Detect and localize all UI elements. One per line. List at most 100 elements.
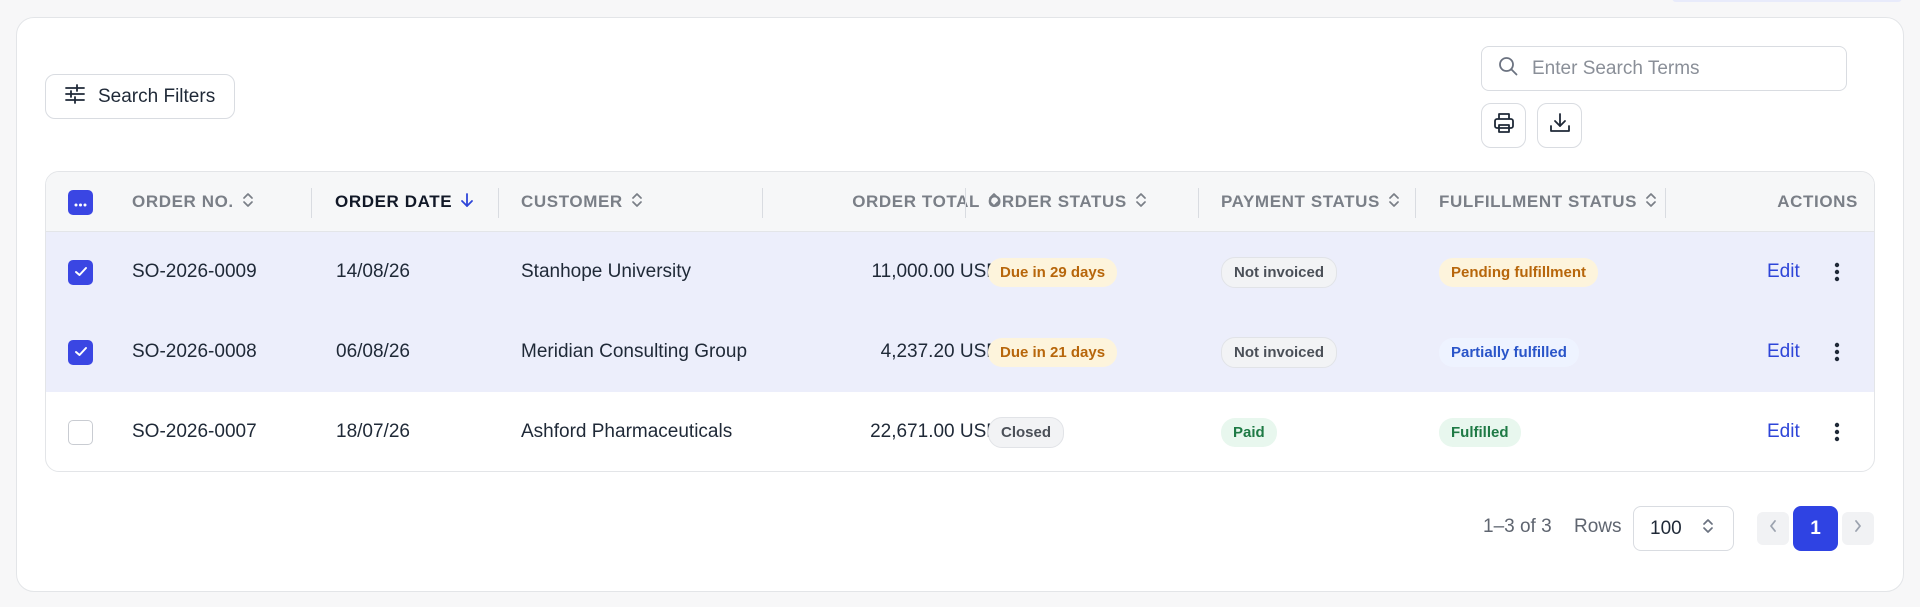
status-badge: Due in 29 days <box>988 257 1118 287</box>
customer-cell: Meridian Consulting Group <box>521 341 748 362</box>
column-label: PAYMENT STATUS <box>1221 192 1380 211</box>
column-divider <box>762 188 763 218</box>
kebab-menu-icon[interactable] <box>1834 422 1840 442</box>
fulfillment-status-cell: Partially fulfilled <box>1439 312 1579 392</box>
chevron-left-icon <box>1769 519 1777 538</box>
search-filters-button[interactable]: Search Filters <box>45 74 235 119</box>
sort-updown-icon <box>1388 192 1400 213</box>
sort-updown-icon <box>631 192 643 213</box>
row-menu-cell <box>1834 232 1840 312</box>
table-row[interactable]: SO-2026-0007 18/07/26 Ashford Pharmaceut… <box>46 392 1874 471</box>
row-checkbox[interactable] <box>68 419 93 445</box>
status-badge: Pending fulfillment <box>1439 257 1598 287</box>
download-button[interactable] <box>1537 103 1582 148</box>
check-icon <box>74 341 88 363</box>
orders-table: ORDER NO. ORDER DATE CUSTOMER ORDER TOTA… <box>45 171 1875 472</box>
select-all-cell <box>68 172 93 232</box>
print-button[interactable] <box>1481 103 1526 148</box>
status-badge: Due in 21 days <box>988 337 1118 367</box>
column-divider <box>1198 188 1199 218</box>
previous-page-button[interactable] <box>1757 512 1789 545</box>
row-select-cell <box>68 392 93 471</box>
column-label: ORDER NO. <box>132 192 234 211</box>
column-label: ORDER STATUS <box>988 192 1127 211</box>
status-badge: Not invoiced <box>1221 336 1338 368</box>
edit-link[interactable]: Edit <box>1767 421 1800 443</box>
search-icon <box>1498 56 1518 81</box>
ellipsis-icon <box>74 192 87 212</box>
search-input[interactable] <box>1532 57 1832 80</box>
column-header-customer[interactable]: CUSTOMER <box>521 172 643 232</box>
edit-link[interactable]: Edit <box>1767 261 1800 283</box>
order-date-cell: 06/08/26 <box>336 341 410 362</box>
sort-arrow-down-icon <box>460 192 474 213</box>
order-status-cell: Due in 29 days <box>988 232 1118 312</box>
column-label: ORDER TOTAL <box>852 192 980 211</box>
chevron-right-icon <box>1854 519 1862 538</box>
actions-cell: Edit <box>1767 312 1800 392</box>
order-status-cell: Closed <box>988 392 1065 471</box>
rows-label: Rows <box>1574 516 1622 537</box>
table-row[interactable]: SO-2026-0009 14/08/26 Stanhope Universit… <box>46 232 1874 312</box>
search-box <box>1481 46 1847 91</box>
column-header-order-total[interactable]: ORDER TOTAL <box>776 172 1000 232</box>
row-select-cell <box>68 232 93 312</box>
chevron-updown-icon <box>1702 517 1714 541</box>
sort-updown-icon <box>1645 192 1657 213</box>
column-header-actions: ACTIONS <box>1686 172 1858 232</box>
order-total-cell: 22,671.00 USD <box>870 421 1000 442</box>
next-page-button[interactable] <box>1842 512 1874 545</box>
table-row[interactable]: SO-2026-0008 06/08/26 Meridian Consultin… <box>46 312 1874 392</box>
page-number-button[interactable]: 1 <box>1793 506 1838 551</box>
top-edge-highlight <box>1672 0 1902 2</box>
column-header-order-status[interactable]: ORDER STATUS <box>988 172 1147 232</box>
row-select-cell <box>68 312 93 392</box>
column-header-order-no[interactable]: ORDER NO. <box>132 172 254 232</box>
sort-updown-icon <box>1135 192 1147 213</box>
search-filters-label: Search Filters <box>98 85 216 107</box>
kebab-menu-icon[interactable] <box>1834 262 1840 282</box>
check-icon <box>74 261 88 283</box>
sliders-icon <box>64 83 86 110</box>
customer-cell: Ashford Pharmaceuticals <box>521 421 733 442</box>
fulfillment-status-cell: Fulfilled <box>1439 392 1521 471</box>
status-badge: Paid <box>1221 417 1277 447</box>
payment-status-cell: Not invoiced <box>1221 232 1338 312</box>
column-divider <box>1665 188 1666 218</box>
row-menu-cell <box>1834 312 1840 392</box>
column-divider <box>498 188 499 218</box>
kebab-menu-icon[interactable] <box>1834 342 1840 362</box>
actions-cell: Edit <box>1767 232 1800 312</box>
column-divider <box>965 188 966 218</box>
actions-cell: Edit <box>1767 392 1800 471</box>
edit-link[interactable]: Edit <box>1767 341 1800 363</box>
column-header-order-date[interactable]: ORDER DATE <box>335 172 474 232</box>
column-divider <box>311 188 312 218</box>
row-checkbox[interactable] <box>68 339 93 365</box>
payment-status-cell: Paid <box>1221 392 1277 471</box>
column-label: ORDER DATE <box>335 192 453 211</box>
rows-per-page-select[interactable]: 100 <box>1633 506 1734 551</box>
row-checkbox[interactable] <box>68 259 93 285</box>
column-divider <box>1415 188 1416 218</box>
column-header-payment-status[interactable]: PAYMENT STATUS <box>1221 172 1400 232</box>
payment-status-cell: Not invoiced <box>1221 312 1338 392</box>
order-no-cell: SO-2026-0009 <box>132 261 257 282</box>
select-all-checkbox[interactable] <box>68 189 93 215</box>
column-header-fulfillment-status[interactable]: FULFILLMENT STATUS <box>1439 172 1657 232</box>
rows-per-page-value: 100 <box>1650 517 1682 539</box>
printer-icon <box>1493 112 1515 139</box>
sort-updown-icon <box>242 192 254 213</box>
status-badge: Closed <box>988 416 1065 448</box>
customer-cell: Stanhope University <box>521 261 692 282</box>
order-no-cell: SO-2026-0008 <box>132 341 257 362</box>
order-total-cell: 4,237.20 USD <box>880 341 1000 362</box>
column-label: ACTIONS <box>1777 192 1858 211</box>
row-menu-cell <box>1834 392 1840 471</box>
table-header: ORDER NO. ORDER DATE CUSTOMER ORDER TOTA… <box>46 172 1874 232</box>
order-date-cell: 18/07/26 <box>336 421 410 442</box>
column-label: CUSTOMER <box>521 192 623 211</box>
order-no-cell: SO-2026-0007 <box>132 421 257 442</box>
pagination-range: 1–3 of 3 <box>1483 516 1552 537</box>
status-badge: Fulfilled <box>1439 417 1521 447</box>
